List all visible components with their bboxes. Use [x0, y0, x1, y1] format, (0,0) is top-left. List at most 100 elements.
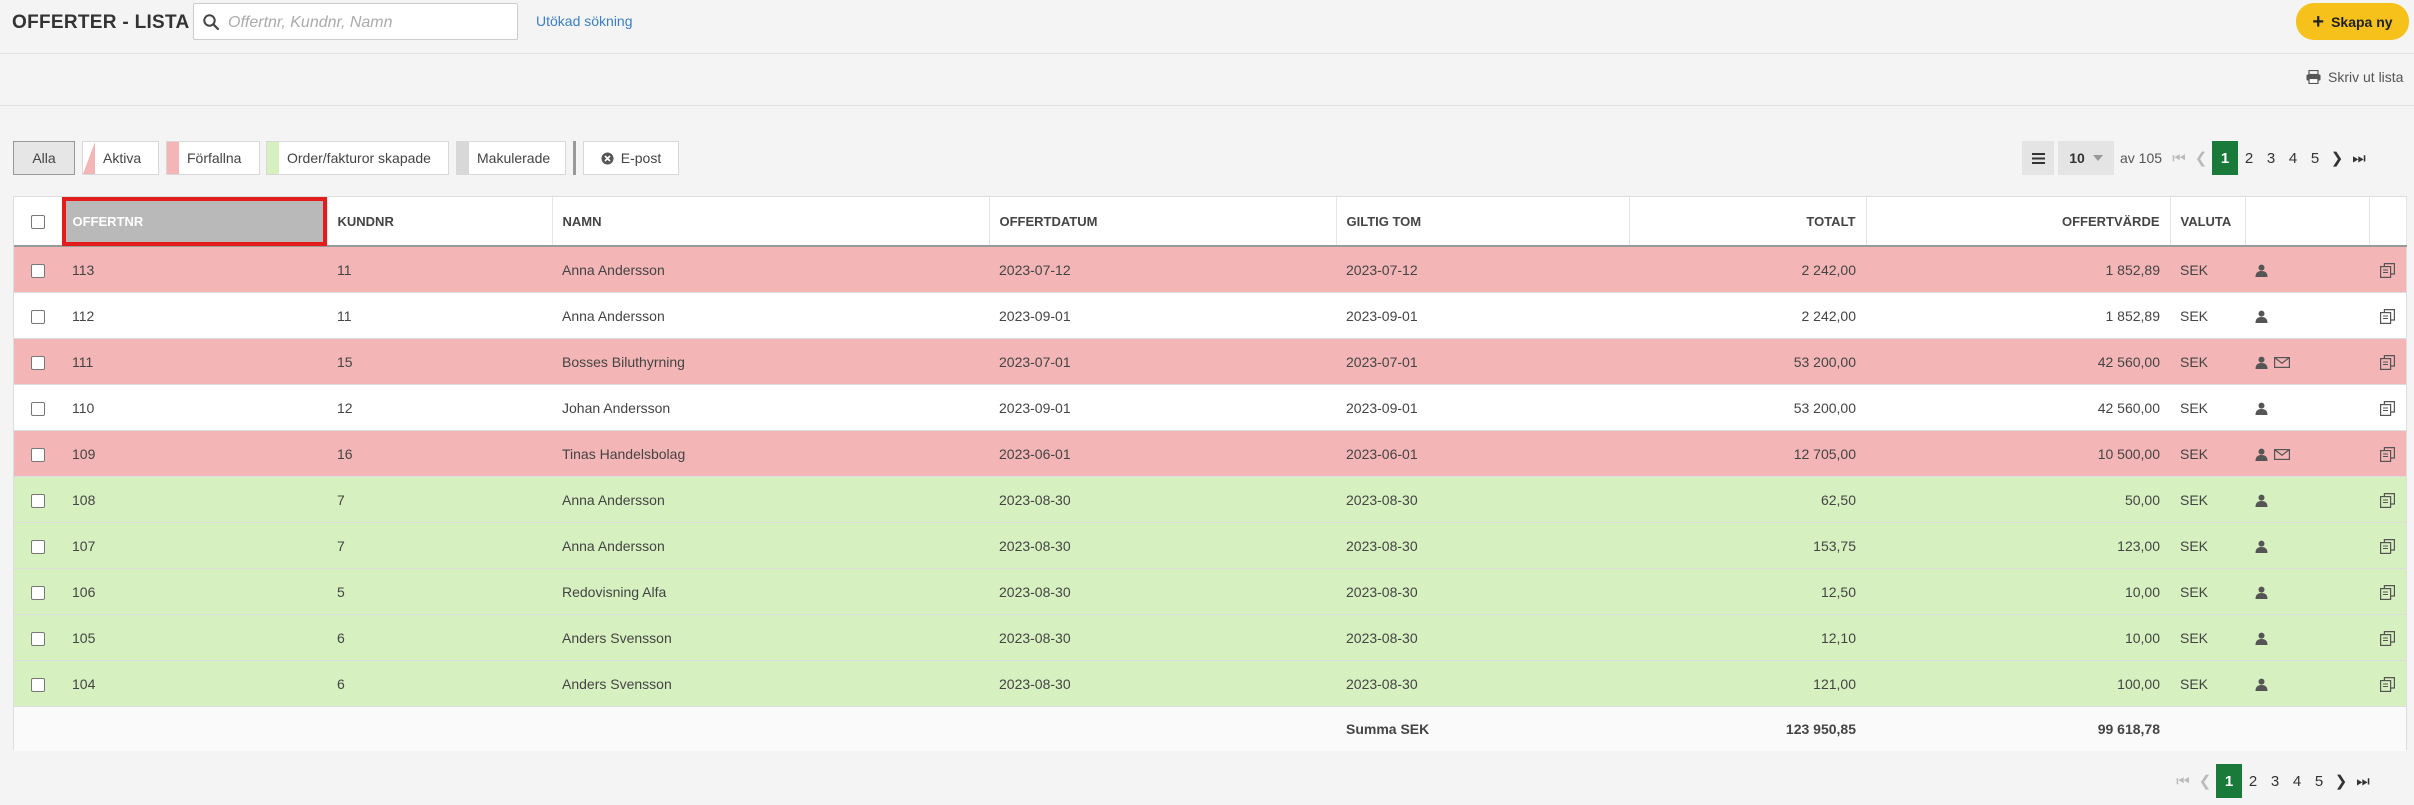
table-row[interactable]: 112 11 Anna Andersson 2023-09-01 2023-09-01 2…	[14, 292, 2406, 339]
page-link-2[interactable]: 2	[2242, 773, 2264, 790]
user-icon[interactable]	[2255, 356, 2268, 370]
column-header-namn[interactable]: NAMN	[552, 197, 990, 247]
table-row[interactable]: 108 7 Anna Andersson 2023-08-30 2023-08-30 62…	[14, 476, 2406, 523]
row-checkbox[interactable]	[31, 309, 45, 324]
cell-offertdatum: 2023-08-30	[989, 476, 1336, 523]
page-link-5[interactable]: 5	[2304, 150, 2326, 167]
cell-giltig-tom: 2023-07-12	[1336, 246, 1629, 293]
table-row[interactable]: 104 6 Anders Svensson 2023-08-30 2023-08-30 1…	[14, 660, 2406, 707]
table-row[interactable]: 113 11 Anna Andersson 2023-07-12 2023-07-12 2…	[14, 246, 2406, 293]
cell-offertnr[interactable]: 105	[62, 614, 327, 661]
cell-actions	[2245, 292, 2369, 339]
user-icon[interactable]	[2255, 402, 2268, 416]
cell-totalt: 53 200,00	[1629, 384, 1866, 431]
page-link-1[interactable]: 1	[2212, 141, 2239, 175]
row-checkbox[interactable]	[31, 447, 45, 462]
last-page-icon[interactable]: ⏭	[2352, 773, 2374, 790]
filter-orders-created[interactable]: Order/fakturor skapade	[266, 141, 449, 175]
cell-kundnr: 7	[327, 522, 552, 569]
copy-icon[interactable]	[2380, 492, 2395, 508]
user-icon[interactable]	[2255, 540, 2268, 554]
user-icon[interactable]	[2255, 448, 2268, 462]
cell-offertnr[interactable]: 108	[62, 476, 327, 523]
row-checkbox[interactable]	[31, 585, 45, 600]
user-icon[interactable]	[2255, 494, 2268, 508]
page-link-3[interactable]: 3	[2260, 150, 2282, 167]
column-header-kundnr[interactable]: KUNDNR	[327, 197, 553, 247]
last-page-icon[interactable]: ⏭	[2348, 150, 2370, 167]
cell-offertnr[interactable]: 113	[62, 246, 327, 293]
cell-offertnr[interactable]: 107	[62, 522, 327, 569]
row-checkbox[interactable]	[31, 401, 45, 416]
next-page-icon[interactable]: ❯	[2330, 772, 2352, 790]
first-page-icon[interactable]: ⏮	[2168, 150, 2190, 167]
row-checkbox[interactable]	[31, 355, 45, 370]
column-header-totalt[interactable]: TOTALT	[1629, 197, 1867, 247]
column-header-offertnr[interactable]: OFFERTNR	[62, 197, 328, 247]
user-icon[interactable]	[2255, 678, 2268, 692]
filter-all[interactable]: Alla	[13, 141, 75, 175]
cell-offertnr[interactable]: 111	[62, 338, 327, 385]
table-row[interactable]: 106 5 Redovisning Alfa 2023-08-30 2023-08-30…	[14, 568, 2406, 615]
per-page-select[interactable]: 10	[2058, 141, 2114, 175]
prev-page-icon[interactable]: ❮	[2194, 772, 2216, 790]
page-link-3[interactable]: 3	[2264, 773, 2286, 790]
cell-offertdatum: 2023-08-30	[989, 660, 1336, 707]
row-checkbox[interactable]	[31, 493, 45, 508]
next-page-icon[interactable]: ❯	[2326, 149, 2348, 167]
select-all-checkbox[interactable]	[30, 214, 45, 229]
copy-icon[interactable]	[2380, 538, 2395, 554]
row-checkbox[interactable]	[31, 677, 45, 692]
filter-expired[interactable]: Förfallna	[166, 141, 260, 175]
envelope-icon[interactable]	[2274, 449, 2290, 461]
user-icon[interactable]	[2255, 586, 2268, 600]
advanced-search-link[interactable]: Utökad sökning	[536, 13, 633, 29]
column-header-offertvarde[interactable]: OFFERTVÄRDE	[1866, 197, 2171, 247]
cell-offertnr[interactable]: 110	[62, 384, 327, 431]
column-header-valuta[interactable]: VALUTA	[2170, 197, 2246, 247]
cell-offertnr[interactable]: 112	[62, 292, 327, 339]
copy-icon[interactable]	[2380, 584, 2395, 600]
table-row[interactable]: 110 12 Johan Andersson 2023-09-01 2023-09-01…	[14, 384, 2406, 431]
copy-icon[interactable]	[2380, 354, 2395, 370]
table-row[interactable]: 107 7 Anna Andersson 2023-08-30 2023-08-30 15…	[14, 522, 2406, 569]
create-new-button[interactable]: + Skapa ny	[2296, 3, 2409, 40]
filter-email[interactable]: E-post	[583, 141, 679, 175]
copy-icon[interactable]	[2380, 446, 2395, 462]
table-row[interactable]: 105 6 Anders Svensson 2023-08-30 2023-08-30 1…	[14, 614, 2406, 661]
table-row[interactable]: 111 15 Bosses Biluthyrning 2023-07-01 2023-0…	[14, 338, 2406, 385]
table-row[interactable]: 109 16 Tinas Handelsbolag 2023-06-01 2023-06…	[14, 430, 2406, 477]
column-header-giltig-tom[interactable]: GILTIG TOM	[1336, 197, 1630, 247]
row-checkbox[interactable]	[31, 539, 45, 554]
copy-icon[interactable]	[2380, 630, 2395, 646]
cell-offertnr[interactable]: 104	[62, 660, 327, 707]
user-icon[interactable]	[2255, 632, 2268, 646]
filter-active[interactable]: Aktiva	[82, 141, 159, 175]
row-checkbox[interactable]	[31, 631, 45, 646]
cell-totalt: 53 200,00	[1629, 338, 1866, 385]
filter-voided[interactable]: Makulerade	[456, 141, 566, 175]
row-checkbox[interactable]	[31, 263, 45, 278]
copy-icon[interactable]	[2380, 400, 2395, 416]
page-link-4[interactable]: 4	[2286, 773, 2308, 790]
user-icon[interactable]	[2255, 264, 2268, 278]
print-list-link[interactable]: Skriv ut lista	[2306, 69, 2403, 85]
copy-icon[interactable]	[2380, 262, 2395, 278]
list-settings-button[interactable]	[2022, 141, 2054, 175]
copy-icon[interactable]	[2380, 308, 2395, 324]
column-header-offertdatum[interactable]: OFFERTDATUM	[989, 197, 1337, 247]
copy-icon[interactable]	[2380, 676, 2395, 692]
cell-offertnr[interactable]: 109	[62, 430, 327, 477]
page-link-4[interactable]: 4	[2282, 150, 2304, 167]
user-icon[interactable]	[2255, 310, 2268, 324]
page-link-2[interactable]: 2	[2238, 150, 2260, 167]
cell-giltig-tom: 2023-08-30	[1336, 476, 1629, 523]
page-link-1[interactable]: 1	[2216, 764, 2242, 798]
page-link-5[interactable]: 5	[2308, 773, 2330, 790]
cell-offertnr[interactable]: 106	[62, 568, 327, 615]
search-input[interactable]	[226, 10, 510, 36]
prev-page-icon[interactable]: ❮	[2190, 149, 2212, 167]
search-box[interactable]	[193, 3, 518, 40]
first-page-icon[interactable]: ⏮	[2172, 773, 2194, 790]
envelope-icon[interactable]	[2274, 357, 2290, 369]
